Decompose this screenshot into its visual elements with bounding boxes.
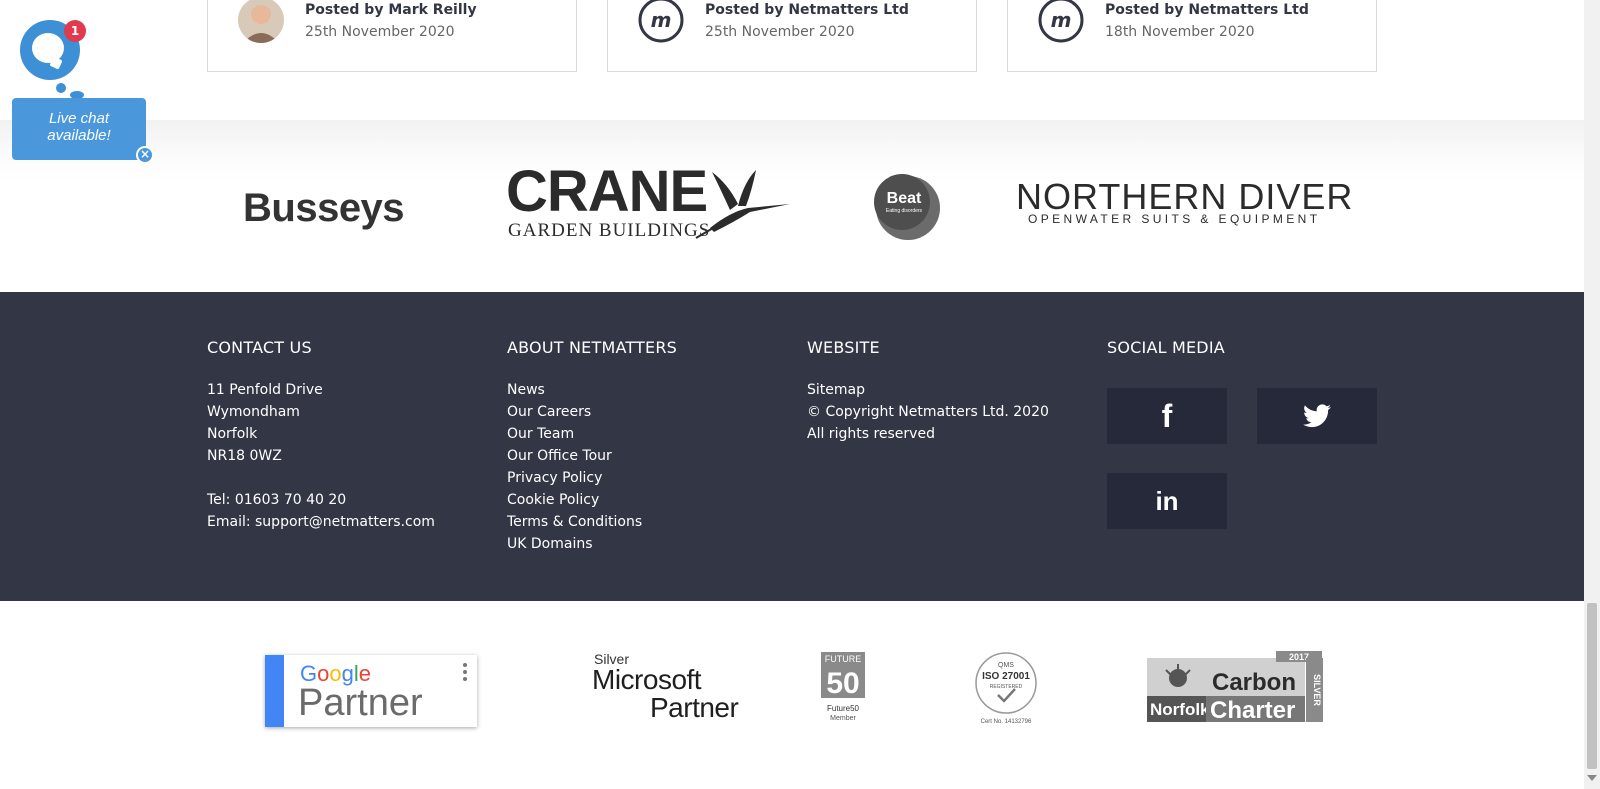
site-footer: CONTACT US 11 Penfold Drive Wymondham No… bbox=[0, 292, 1584, 601]
microsoft-word[interactable]: Microsoft bbox=[592, 665, 702, 695]
future-member-line2: Member bbox=[830, 715, 856, 722]
carbon-silver: SILVER bbox=[1312, 674, 1322, 706]
post-author: Posted by Mark Reilly bbox=[305, 2, 477, 18]
client-logos: Busseys CRANE GARDEN BUILDINGS Beat Eati… bbox=[0, 120, 1584, 292]
future-number: 50 bbox=[826, 667, 859, 700]
website-column: WEBSITE Sitemap © Copyright Netmatters L… bbox=[807, 338, 1049, 445]
netmatters-logo-icon: m bbox=[638, 0, 684, 43]
linkedin-icon: in bbox=[1155, 485, 1179, 516]
copyright-text: © Copyright Netmatters Ltd. 2020 bbox=[807, 404, 1049, 420]
microsoft-partner-word: Partner bbox=[650, 692, 739, 723]
footer-link-terms[interactable]: Terms & Conditions bbox=[507, 511, 677, 533]
twitter-bird-icon bbox=[1303, 404, 1331, 428]
contact-heading: CONTACT US bbox=[207, 338, 312, 357]
carbon-charter: Charter bbox=[1210, 697, 1295, 724]
svg-text:m: m bbox=[1051, 8, 1072, 32]
author-avatar bbox=[238, 0, 284, 43]
beat-logo[interactable]: Beat Eating disorders bbox=[868, 170, 942, 246]
social-heading: SOCIAL MEDIA bbox=[1107, 338, 1225, 357]
scroll-down-arrow-icon[interactable] bbox=[1587, 775, 1597, 781]
scrollbar-thumb[interactable] bbox=[1587, 603, 1597, 769]
beat-subtitle: Eating disorders bbox=[886, 208, 923, 214]
northern-diver-subtitle: OPENWATER SUITS & EQUIPMENT bbox=[1028, 212, 1321, 226]
contact-column: CONTACT US 11 Penfold Drive Wymondham No… bbox=[207, 338, 435, 533]
recent-posts-strip: Posted by Mark Reilly 25th November 2020… bbox=[0, 0, 1584, 120]
beat-word: Beat bbox=[887, 190, 922, 207]
about-column: ABOUT NETMATTERS News Our Careers Our Te… bbox=[507, 338, 677, 555]
page-scrollbar[interactable] bbox=[1584, 0, 1600, 789]
iso-qms: QMS bbox=[998, 662, 1014, 669]
post-date: 25th November 2020 bbox=[305, 24, 455, 40]
twitter-button[interactable] bbox=[1257, 388, 1377, 444]
future-member-line1: Future50 bbox=[827, 704, 860, 713]
facebook-button[interactable]: f bbox=[1107, 388, 1227, 444]
close-icon[interactable]: × bbox=[136, 146, 154, 164]
svg-text:m: m bbox=[651, 8, 672, 32]
rights-text: All rights reserved bbox=[807, 426, 935, 442]
email-link[interactable]: Email: support@netmatters.com bbox=[207, 511, 435, 533]
footer-link-office-tour[interactable]: Our Office Tour bbox=[507, 445, 677, 467]
chat-popup-line2: available! bbox=[47, 127, 111, 144]
facebook-icon: f bbox=[1161, 397, 1173, 434]
address-line: Wymondham bbox=[207, 404, 300, 420]
google-partner-badge[interactable]: Google Partner bbox=[265, 655, 477, 727]
more-options-icon bbox=[463, 663, 467, 684]
future-word: FUTURE bbox=[825, 654, 862, 664]
post-card[interactable]: m Posted by Netmatters Ltd 25th November… bbox=[607, 0, 977, 72]
busseys-logo[interactable]: Busseys bbox=[243, 186, 405, 231]
netmatters-logo-icon: m bbox=[1038, 0, 1084, 43]
iso-27001-badge[interactable]: QMS ISO 27001 REGISTERED Cert No. 141327… bbox=[974, 651, 1038, 729]
chat-popup-line1: Live chat bbox=[48, 110, 110, 127]
footer-link-cookie[interactable]: Cookie Policy bbox=[507, 489, 677, 511]
footer-link-privacy[interactable]: Privacy Policy bbox=[507, 467, 677, 489]
chat-notification-badge: 1 bbox=[64, 20, 86, 42]
footer-link-careers[interactable]: Our Careers bbox=[507, 401, 677, 423]
future50-badge[interactable]: FUTURE 50 Future50 Member bbox=[820, 651, 866, 727]
post-date: 18th November 2020 bbox=[1105, 24, 1255, 40]
carbon-word: Carbon bbox=[1212, 669, 1296, 696]
google-partner-text: Partner bbox=[298, 682, 423, 724]
phone-link[interactable]: Tel: 01603 70 40 20 bbox=[207, 489, 435, 511]
iso-main: ISO 27001 bbox=[982, 671, 1030, 682]
iso-registered: REGISTERED bbox=[990, 684, 1023, 690]
address-line: Norfolk bbox=[207, 426, 258, 442]
post-card[interactable]: m Posted by Netmatters Ltd 18th November… bbox=[1007, 0, 1377, 72]
address-line: NR18 0WZ bbox=[207, 448, 282, 464]
social-column: SOCIAL MEDIA bbox=[1107, 338, 1225, 379]
linkedin-button[interactable]: in bbox=[1107, 473, 1227, 529]
footer-link-news[interactable]: News bbox=[507, 379, 677, 401]
live-chat-popup[interactable]: Live chat available! bbox=[12, 98, 146, 160]
footer-link-domains[interactable]: UK Domains bbox=[507, 533, 677, 555]
iso-cert-number: Cert No. 14132796 bbox=[981, 719, 1032, 725]
post-date: 25th November 2020 bbox=[705, 24, 855, 40]
address-line: 11 Penfold Drive bbox=[207, 382, 323, 398]
accreditations: Google Partner Silver Microsoft Partner … bbox=[0, 601, 1584, 789]
carbon-charter-badge[interactable]: 2017 SILVER Carbon Norfolk Charter bbox=[1146, 650, 1324, 728]
crane-logo-subtitle: GARDEN BUILDINGS bbox=[508, 220, 711, 241]
carbon-norfolk: Norfolk bbox=[1150, 700, 1210, 719]
northern-diver-logo[interactable]: NORTHERN DIVER bbox=[1016, 178, 1353, 216]
footer-link-team[interactable]: Our Team bbox=[507, 423, 677, 445]
website-heading: WEBSITE bbox=[807, 338, 880, 357]
crane-logo-word[interactable]: CRANE bbox=[506, 162, 708, 222]
chat-thought-dot bbox=[56, 83, 66, 93]
post-card[interactable]: Posted by Mark Reilly 25th November 2020 bbox=[207, 0, 577, 72]
crane-bird-icon bbox=[690, 168, 794, 244]
about-heading: ABOUT NETMATTERS bbox=[507, 338, 678, 357]
post-author: Posted by Netmatters Ltd bbox=[1105, 2, 1309, 18]
post-author: Posted by Netmatters Ltd bbox=[705, 2, 909, 18]
footer-link-sitemap[interactable]: Sitemap bbox=[807, 379, 1049, 401]
